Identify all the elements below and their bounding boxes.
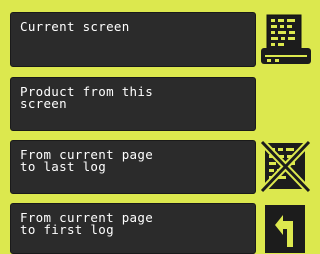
to-last-log-option[interactable]: From current page to last log (10, 140, 256, 194)
to-first-log-label: From current page to first log (20, 210, 154, 237)
product-label: Product from this screen (20, 84, 154, 111)
print-options-menu: Current screen Product from this screen … (0, 0, 320, 254)
printer-icon[interactable] (259, 12, 315, 67)
current-screen-label: Current screen (20, 19, 130, 34)
product-option[interactable]: Product from this screen (10, 77, 256, 131)
back-arrow-icon[interactable] (259, 203, 315, 254)
current-screen-option[interactable]: Current screen (10, 12, 256, 67)
no-log-icon[interactable] (259, 140, 315, 194)
to-last-log-label: From current page to last log (20, 147, 154, 174)
to-first-log-option[interactable]: From current page to first log (10, 203, 256, 254)
